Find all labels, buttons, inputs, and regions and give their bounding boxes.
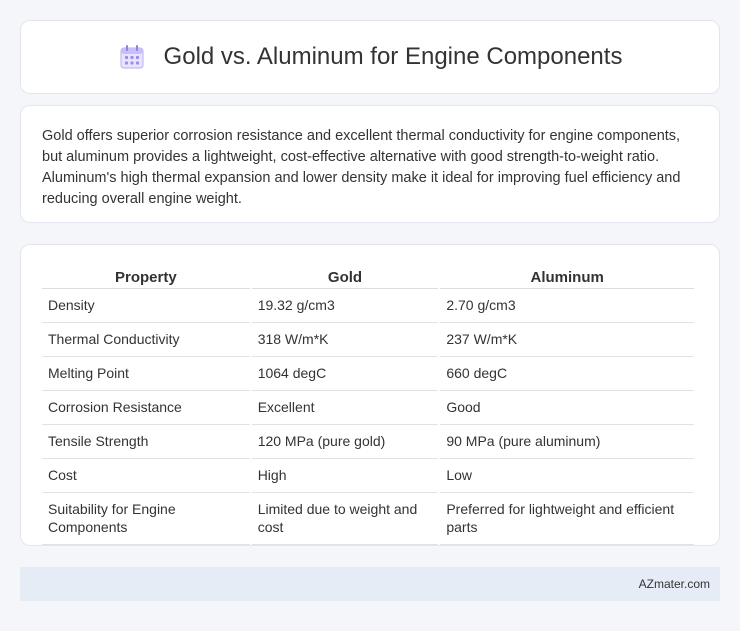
- table-row: Suitability for Engine Components Limite…: [42, 493, 694, 545]
- summary-card: Gold offers superior corrosion resistanc…: [20, 105, 720, 223]
- gold-cell: 120 MPa (pure gold): [251, 425, 439, 459]
- summary-text: Gold offers superior corrosion resistanc…: [42, 128, 681, 207]
- property-cell: Cost: [42, 459, 250, 493]
- aluminum-cell: 2.70 g/cm3: [440, 289, 694, 323]
- header-gold: Gold: [251, 263, 439, 289]
- calendar-icon: [118, 43, 146, 71]
- gold-cell: 1064 degC: [251, 357, 439, 391]
- gold-cell: 19.32 g/cm3: [251, 289, 439, 323]
- aluminum-cell: 237 W/m*K: [440, 323, 694, 357]
- property-cell: Tensile Strength: [42, 425, 250, 459]
- property-cell: Suitability for Engine Components: [42, 493, 250, 545]
- aluminum-cell: Low: [440, 459, 694, 493]
- gold-cell: 318 W/m*K: [251, 323, 439, 357]
- table-row: Density 19.32 g/cm3 2.70 g/cm3: [42, 289, 694, 323]
- table-row: Cost High Low: [42, 459, 694, 493]
- gold-cell: High: [251, 459, 439, 493]
- table-header-row: Property Gold Aluminum: [42, 263, 694, 289]
- header-aluminum: Aluminum: [440, 263, 694, 289]
- table-row: Melting Point 1064 degC 660 degC: [42, 357, 694, 391]
- table-row: Corrosion Resistance Excellent Good: [42, 391, 694, 425]
- comparison-table-card: Property Gold Aluminum Density 19.32 g/c…: [20, 244, 720, 546]
- gold-cell: Limited due to weight and cost: [251, 493, 439, 545]
- property-cell: Thermal Conductivity: [42, 323, 250, 357]
- property-cell: Corrosion Resistance: [42, 391, 250, 425]
- aluminum-cell: Good: [440, 391, 694, 425]
- property-cell: Density: [42, 289, 250, 323]
- table-row: Tensile Strength 120 MPa (pure gold) 90 …: [42, 425, 694, 459]
- page-title: Gold vs. Aluminum for Engine Components: [163, 43, 623, 70]
- footer: AZmater.com: [20, 567, 720, 601]
- comparison-table: Property Gold Aluminum Density 19.32 g/c…: [40, 263, 696, 545]
- aluminum-cell: 660 degC: [440, 357, 694, 391]
- aluminum-cell: 90 MPa (pure aluminum): [440, 425, 694, 459]
- gold-cell: Excellent: [251, 391, 439, 425]
- header-property: Property: [42, 263, 250, 289]
- footer-site-link[interactable]: AZmater.com: [639, 577, 710, 591]
- title-card: Gold vs. Aluminum for Engine Components: [20, 20, 720, 94]
- table-row: Thermal Conductivity 318 W/m*K 237 W/m*K: [42, 323, 694, 357]
- property-cell: Melting Point: [42, 357, 250, 391]
- aluminum-cell: Preferred for lightweight and efficient …: [440, 493, 694, 545]
